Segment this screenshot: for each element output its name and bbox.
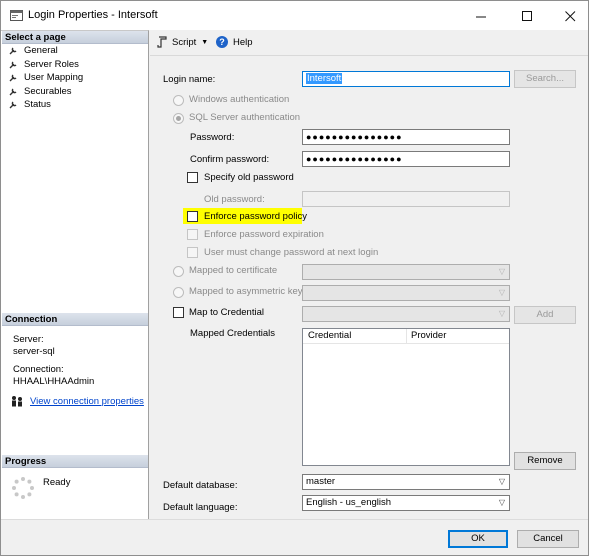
- minimize-button[interactable]: [459, 1, 503, 30]
- wrench-icon: [9, 101, 17, 109]
- progress-spinner-icon: [12, 477, 34, 499]
- wrench-icon: [9, 61, 17, 69]
- mapped-credentials-grid[interactable]: Credential Provider: [302, 328, 510, 466]
- must-change-password-label: User must change password at next login: [204, 247, 379, 258]
- default-language-combo[interactable]: English - us_english ▽: [302, 495, 510, 511]
- progress-header: Progress: [2, 455, 148, 468]
- progress-status: Ready: [43, 477, 71, 488]
- specify-old-password-label: Specify old password: [204, 172, 294, 183]
- page-item-label: User Mapping: [24, 72, 84, 83]
- close-button[interactable]: [548, 1, 589, 30]
- wrench-icon: [9, 74, 17, 82]
- page-item-label: General: [24, 45, 58, 56]
- add-button[interactable]: Add: [514, 306, 576, 324]
- server-value: server-sql: [13, 346, 55, 357]
- old-password-field[interactable]: [302, 191, 510, 207]
- toolbar: Script ▼ ? Help: [150, 31, 588, 56]
- wrench-icon: [9, 88, 17, 96]
- enforce-password-policy-checkbox[interactable]: [187, 211, 198, 222]
- asymmetric-key-combo[interactable]: ▽: [302, 285, 510, 301]
- enforce-password-policy-label: Enforce password policy: [204, 211, 307, 222]
- credential-column-header[interactable]: Credential: [308, 330, 351, 341]
- maximize-button[interactable]: [505, 1, 549, 30]
- provider-column-header[interactable]: Provider: [411, 330, 446, 341]
- enforce-password-expiration-checkbox[interactable]: [187, 229, 198, 240]
- login-properties-window: Login Properties - Intersoft Select a pa…: [0, 0, 589, 556]
- ok-button[interactable]: OK: [448, 530, 508, 548]
- chevron-down-icon[interactable]: ▼: [201, 39, 208, 46]
- sql-auth-label: SQL Server authentication: [189, 112, 301, 123]
- credential-combo[interactable]: ▽: [302, 306, 510, 322]
- login-name-field[interactable]: Intersoft: [302, 71, 510, 87]
- window-title: Login Properties - Intersoft: [28, 9, 158, 21]
- mapped-to-certificate-radio[interactable]: [173, 266, 184, 277]
- default-database-value: master: [306, 476, 336, 487]
- default-language-value: English - us_english: [306, 497, 392, 508]
- chevron-down-icon: ▽: [498, 267, 505, 276]
- script-button[interactable]: Script ▼: [156, 36, 208, 48]
- chevron-down-icon: ▽: [498, 309, 505, 318]
- help-label: Help: [233, 36, 253, 48]
- map-to-credential-label: Map to Credential: [189, 307, 264, 318]
- script-icon: [157, 36, 167, 48]
- people-icon: [12, 396, 22, 407]
- left-pane: Select a page General Server Roles User …: [1, 30, 149, 519]
- page-item-label: Securables: [24, 86, 72, 97]
- column-divider: [406, 329, 407, 343]
- old-password-label: Old password:: [204, 194, 265, 205]
- cancel-button[interactable]: Cancel: [517, 530, 579, 548]
- must-change-password-checkbox[interactable]: [187, 247, 198, 258]
- view-connection-properties-link[interactable]: View connection properties: [30, 396, 144, 407]
- server-label: Server:: [13, 334, 44, 345]
- mapped-to-asymmetric-key-label: Mapped to asymmetric key: [189, 286, 303, 297]
- mapped-credentials-label: Mapped Credentials: [190, 328, 276, 339]
- map-to-credential-checkbox[interactable]: [173, 307, 184, 318]
- default-database-label: Default database:: [163, 480, 238, 491]
- enforce-password-expiration-label: Enforce password expiration: [204, 229, 324, 240]
- page-item-server-roles[interactable]: Server Roles: [9, 58, 79, 71]
- connection-value: HHAAL\HHAAdmin: [13, 376, 95, 387]
- page-item-label: Status: [24, 99, 51, 110]
- page-item-label: Server Roles: [24, 59, 79, 70]
- page-item-securables[interactable]: Securables: [9, 85, 72, 98]
- login-name-label: Login name:: [163, 74, 216, 85]
- connection-header: Connection: [2, 313, 148, 326]
- login-name-value: Intersoft: [306, 73, 343, 84]
- script-label: Script: [172, 36, 197, 48]
- grid-header: Credential Provider: [303, 329, 509, 344]
- footer-divider: [1, 519, 588, 520]
- chevron-down-icon: ▽: [498, 477, 505, 486]
- certificate-combo[interactable]: ▽: [302, 264, 510, 280]
- help-button[interactable]: ? Help: [216, 36, 253, 48]
- specify-old-password-checkbox[interactable]: [187, 172, 198, 183]
- select-page-header: Select a page: [2, 31, 148, 44]
- chevron-down-icon: ▽: [498, 288, 505, 297]
- confirm-password-label: Confirm password:: [190, 154, 270, 165]
- default-language-label: Default language:: [163, 502, 238, 513]
- page-item-user-mapping[interactable]: User Mapping: [9, 71, 83, 84]
- page-item-general[interactable]: General: [9, 44, 58, 57]
- sql-auth-radio[interactable]: [173, 113, 184, 124]
- wrench-icon: [9, 47, 17, 55]
- mapped-to-certificate-label: Mapped to certificate: [189, 265, 278, 276]
- remove-button[interactable]: Remove: [514, 452, 576, 470]
- mapped-to-asymmetric-key-radio[interactable]: [173, 287, 184, 298]
- windows-auth-radio[interactable]: [173, 95, 184, 106]
- close-icon: [564, 10, 575, 22]
- confirm-password-field[interactable]: ●●●●●●●●●●●●●●●: [302, 151, 510, 167]
- password-label: Password:: [190, 132, 235, 143]
- help-icon: ?: [216, 36, 228, 48]
- connection-label: Connection:: [13, 364, 64, 375]
- login-properties-app-icon: [10, 10, 23, 21]
- page-item-status[interactable]: Status: [9, 98, 51, 111]
- chevron-down-icon: ▽: [498, 498, 505, 507]
- maximize-icon: [521, 10, 532, 21]
- windows-auth-label: Windows authentication: [189, 94, 290, 105]
- minimize-icon: [475, 16, 486, 18]
- password-field[interactable]: ●●●●●●●●●●●●●●●: [302, 129, 510, 145]
- search-button[interactable]: Search...: [514, 70, 576, 88]
- default-database-combo[interactable]: master ▽: [302, 474, 510, 490]
- title-bar: Login Properties - Intersoft: [1, 1, 588, 30]
